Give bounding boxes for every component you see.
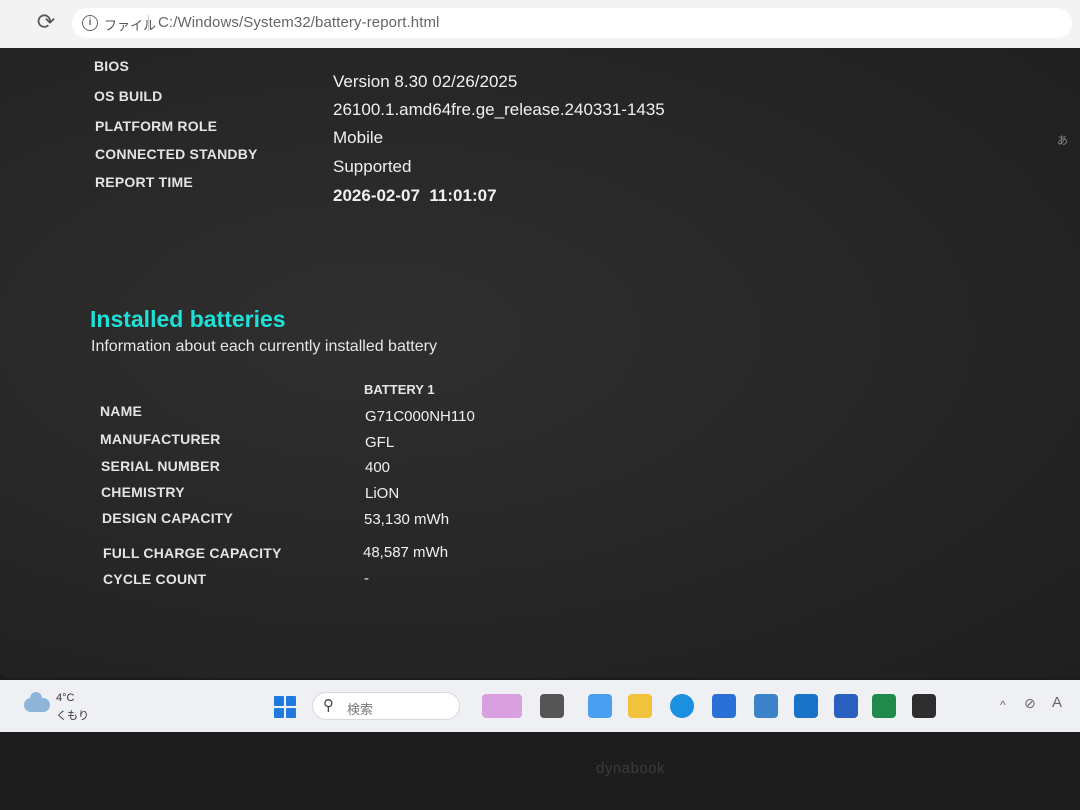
info-value-connected-standby: Supported xyxy=(333,157,412,176)
remote-desktop-icon[interactable] xyxy=(754,694,778,718)
weather-condition: くもり xyxy=(56,710,89,722)
battery-key-cycle-count: CYCLE COUNT xyxy=(103,571,207,587)
widgets-icon[interactable] xyxy=(482,694,522,718)
battery-key-name: NAME xyxy=(100,403,143,419)
info-value-os-build: 26100.1.amd64fre.ge_release.240331-1435 xyxy=(333,100,665,119)
font-indicator[interactable]: A xyxy=(1052,694,1062,711)
info-key-connected-standby: CONNECTED STANDBY xyxy=(95,146,258,162)
taskbar-search[interactable]: ⚲ 検索 xyxy=(312,692,460,720)
info-value-bios: Version 8.30 02/26/2025 xyxy=(333,72,518,91)
brand-logo: dynabook xyxy=(596,760,666,777)
excel-icon[interactable] xyxy=(872,694,896,718)
battery-key-serial-number: SERIAL NUMBER xyxy=(101,458,221,474)
battery-key-manufacturer: MANUFACTURER xyxy=(100,431,221,447)
windows-logo-icon xyxy=(274,696,284,706)
battery-value-chemistry: LiON xyxy=(365,485,400,502)
battery-key-full-charge-capacity: FULL CHARGE CAPACITY xyxy=(103,545,282,561)
battery-key-design-capacity: DESIGN CAPACITY xyxy=(102,510,234,526)
battery-value-manufacturer: GFL xyxy=(365,434,395,451)
info-key-bios: BIOS xyxy=(94,58,130,74)
battery-value-full-charge-capacity: 48,587 mWh xyxy=(363,544,449,561)
info-key-platform-role: PLATFORM ROLE xyxy=(95,118,218,134)
folder-icon[interactable] xyxy=(628,694,652,718)
battery-value-name: G71C000NH110 xyxy=(365,408,475,425)
info-key-report-time: REPORT TIME xyxy=(95,174,193,190)
terminal-icon[interactable] xyxy=(912,694,936,718)
tray-chevron-icon[interactable]: ^ xyxy=(1000,698,1006,712)
network-icon[interactable]: ⊘ xyxy=(1024,695,1036,712)
info-icon[interactable]: i xyxy=(82,15,98,31)
ime-indicator: あ xyxy=(1057,135,1068,147)
search-placeholder: 検索 xyxy=(347,702,374,717)
info-value-platform-role: Mobile xyxy=(333,128,384,147)
outlook-icon[interactable] xyxy=(794,694,818,718)
copilot-icon[interactable] xyxy=(588,694,612,718)
battery-report-page: あ BIOS Version 8.30 02/26/2025 OS BUILD … xyxy=(0,48,1080,678)
url-field[interactable]: i ファイル C:/Windows/System32/battery-repor… xyxy=(72,8,1072,38)
laptop-bezel: dynabook xyxy=(0,732,1080,810)
battery-key-chemistry: CHEMISTRY xyxy=(101,484,185,500)
cloud-icon xyxy=(24,692,50,712)
battery-value-serial-number: 400 xyxy=(365,459,391,476)
edge-icon[interactable] xyxy=(670,694,694,718)
section-title: Installed batteries xyxy=(90,306,286,332)
info-value-report-time: 2026-02-07 11:01:07 xyxy=(333,186,497,205)
battery-value-design-capacity: 53,130 mWh xyxy=(364,511,450,528)
search-icon: ⚲ xyxy=(323,697,334,714)
reload-button[interactable]: ⟳ xyxy=(34,10,58,34)
weather-temperature: 4°C xyxy=(56,692,75,704)
info-key-os-build: OS BUILD xyxy=(94,88,163,104)
file-explorer-icon[interactable] xyxy=(540,694,564,718)
battery-value-cycle-count: - xyxy=(364,570,369,587)
battery-column-header: BATTERY 1 xyxy=(364,382,435,397)
browser-address-bar: ⟳ i ファイル C:/Windows/System32/battery-rep… xyxy=(0,0,1080,48)
word-icon[interactable] xyxy=(834,694,858,718)
taskbar: 4°C くもり ⚲ 検索 ^ ⊘ A xyxy=(0,680,1080,732)
store-icon[interactable] xyxy=(712,694,736,718)
url-text[interactable]: C:/Windows/System32/battery-report.html xyxy=(158,14,440,31)
start-button[interactable] xyxy=(274,696,296,718)
divider xyxy=(148,15,149,31)
section-description: Information about each currently install… xyxy=(91,338,437,355)
